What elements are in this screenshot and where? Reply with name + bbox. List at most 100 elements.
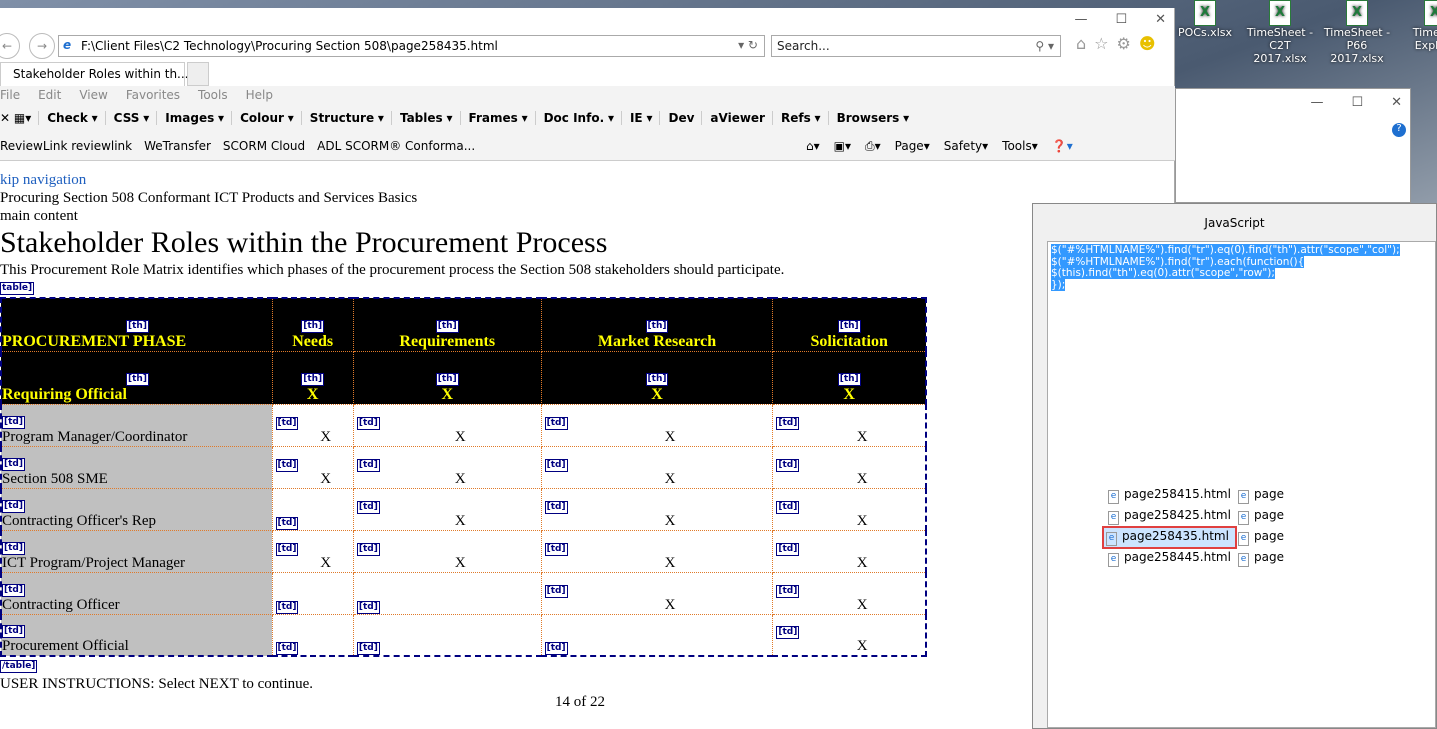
- tool-frames[interactable]: Frames ▾: [469, 111, 536, 125]
- mark-cell: [td] X: [271, 445, 354, 489]
- menu-favorites[interactable]: Favorites: [126, 88, 180, 102]
- tool-check[interactable]: Check ▾: [47, 111, 106, 125]
- help-icon[interactable]: ?: [1392, 123, 1406, 137]
- table-row: [td] Program Manager/Coordinator [td] X [td]…: [0, 403, 927, 447]
- tool-doc-info[interactable]: Doc Info. ▾: [544, 111, 622, 125]
- excel-icon: X: [1424, 0, 1437, 26]
- table-row: [td] Contracting Officer [td] [td] [td] X [td]…: [0, 571, 927, 615]
- table-row: [td] Contracting Officer's Rep [td] [td] X [t…: [0, 487, 927, 531]
- excel-icon: X: [1269, 0, 1291, 26]
- star-icon[interactable]: ☆: [1094, 34, 1108, 53]
- mark-cell: [td] X: [540, 445, 774, 489]
- header-row: [th] PROCUREMENT PHASE [th] Needs [th] Requ…: [0, 297, 927, 352]
- header-cell: [th] X: [540, 350, 774, 405]
- code-textarea[interactable]: $("#%HTMLNAME%").find("tr").eq(0).find("…: [1047, 241, 1436, 728]
- maximize-button[interactable]: ☐: [1115, 12, 1127, 27]
- forward-button[interactable]: →: [29, 33, 55, 59]
- fav-scorm-cloud[interactable]: SCORM Cloud: [223, 139, 305, 153]
- print-icon[interactable]: ⎙▾: [865, 139, 881, 154]
- desktop-icon-timesheet-p66[interactable]: X TimeSheet - P66 2017.xlsx: [1322, 0, 1392, 65]
- gear-icon[interactable]: ⚙: [1117, 34, 1131, 53]
- menu-tools[interactable]: Tools: [198, 88, 228, 102]
- home-icon[interactable]: ⌂: [1076, 34, 1086, 53]
- mark-cell: [td]: [271, 487, 354, 531]
- minimize-button[interactable]: —: [1074, 12, 1087, 27]
- fav-adl-scorm[interactable]: ADL SCORM® Conforma...: [317, 139, 475, 153]
- desktop-icon-pocs[interactable]: X POCs.xlsx: [1170, 0, 1240, 39]
- tools-menu[interactable]: Tools▾: [1002, 139, 1038, 154]
- fav-wetransfer[interactable]: WeTransfer: [144, 139, 211, 153]
- file-item[interactable]: e page258445.html: [1108, 550, 1231, 567]
- close-button[interactable]: ✕: [1155, 12, 1166, 27]
- header-cell: [th] X: [352, 350, 542, 405]
- mark-cell: [td] X: [352, 403, 542, 447]
- favorites-bar: ReviewLink reviewlink WeTransfer SCORM C…: [0, 139, 475, 153]
- header-cell: [th] Requirements: [352, 297, 542, 352]
- file-item[interactable]: e page258415.html: [1108, 487, 1231, 504]
- back-button[interactable]: ←: [0, 33, 20, 59]
- file-item[interactable]: e page: [1238, 550, 1284, 567]
- file-item-selected[interactable]: e page258435.html: [1102, 526, 1237, 549]
- window-controls[interactable]: — ☐ ✕: [1074, 12, 1166, 27]
- mark-cell: [td] X: [352, 529, 542, 573]
- mark-cell: [td] X: [540, 403, 774, 447]
- smiley-icon[interactable]: ☻: [1139, 34, 1156, 53]
- role-cell: [td] Contracting Officer: [0, 571, 273, 615]
- mark-cell: [td] X: [772, 403, 927, 447]
- mark-cell: [td] X: [772, 529, 927, 573]
- header-cell: [th] X: [271, 350, 354, 405]
- header-cell: [th] Market Research: [540, 297, 774, 352]
- page-content: kip navigation Procuring Section 508 Con…: [0, 171, 1160, 711]
- feed-icon[interactable]: ▣▾: [834, 139, 851, 154]
- fav-reviewlink[interactable]: ReviewLink reviewlink: [0, 139, 132, 153]
- close-toolbar-icon[interactable]: ✕ ▦▾: [0, 111, 40, 125]
- main-content-label: main content: [0, 208, 78, 224]
- file-item[interactable]: e page: [1238, 487, 1284, 504]
- menu-edit[interactable]: Edit: [38, 88, 61, 102]
- tool-colour[interactable]: Colour ▾: [240, 111, 302, 125]
- tool-tables[interactable]: Tables ▾: [400, 111, 461, 125]
- search-input[interactable]: Search... ⚲ ▾: [771, 35, 1061, 57]
- tool-browsers[interactable]: Browsers ▾: [837, 111, 917, 125]
- tool-dev[interactable]: Dev: [668, 111, 703, 125]
- tab-active[interactable]: Stakeholder Roles within th... ✕: [0, 62, 202, 86]
- page-title: Stakeholder Roles within the Procurement…: [0, 226, 608, 259]
- page-menu[interactable]: Page▾: [895, 139, 930, 154]
- refresh-icon[interactable]: ▾ ↻: [738, 38, 758, 52]
- desktop-icon-explorer[interactable]: XTimeS... Explo...: [1400, 0, 1437, 52]
- tool-css[interactable]: CSS ▾: [114, 111, 158, 125]
- menu-help[interactable]: Help: [246, 88, 273, 102]
- address-bar[interactable]: e F:\Client Files\C2 Technology\Procuring…: [58, 35, 765, 57]
- dialog-title: JavaScript: [1204, 216, 1265, 230]
- header-cell: [th] PROCUREMENT PHASE: [0, 297, 273, 352]
- course-title: Procuring Section 508 Conformant ICT Pro…: [0, 190, 418, 206]
- header-cell: [th] Solicitation: [772, 297, 927, 352]
- new-tab-button[interactable]: [187, 62, 209, 86]
- file-item[interactable]: e page: [1238, 529, 1284, 546]
- html-file-icon: e: [1238, 490, 1249, 504]
- intro-text: This Procurement Role Matrix identifies …: [0, 262, 785, 278]
- excel-icon: X: [1194, 0, 1216, 26]
- tool-images[interactable]: Images ▾: [165, 111, 233, 125]
- help-icon[interactable]: ❓▾: [1052, 139, 1073, 154]
- mark-cell: [td]: [271, 613, 354, 657]
- tool-refs[interactable]: Refs ▾: [781, 111, 829, 125]
- command-bar: ⌂▾ ▣▾ ⎙▾ Page▾ Safety▾ Tools▾ ❓▾: [806, 139, 1073, 154]
- safety-menu[interactable]: Safety▾: [944, 139, 988, 154]
- desktop-icon-timesheet-c2t[interactable]: X TimeSheet - C2T 2017.xlsx: [1245, 0, 1315, 65]
- home-icon[interactable]: ⌂▾: [806, 139, 820, 154]
- menu-file[interactable]: File: [0, 88, 20, 102]
- skip-navigation-link[interactable]: kip navigation: [0, 171, 1160, 189]
- file-item[interactable]: e page: [1238, 508, 1284, 525]
- search-icon[interactable]: ⚲ ▾: [1035, 39, 1054, 53]
- role-matrix-table: [th] PROCUREMENT PHASE [th] Needs [th] Requ…: [0, 297, 927, 657]
- tool-ie[interactable]: IE ▾: [630, 111, 661, 125]
- menu-view[interactable]: View: [79, 88, 107, 102]
- explorer-window-controls[interactable]: — ☐ ✕: [1310, 95, 1402, 110]
- file-item[interactable]: e page258425.html: [1108, 508, 1231, 525]
- html-file-icon: e: [1108, 553, 1119, 567]
- mark-cell: [td] X: [772, 445, 927, 489]
- tool-structure[interactable]: Structure ▾: [310, 111, 392, 125]
- mark-cell: [td]: [540, 613, 774, 657]
- tool-aviewer[interactable]: aViewer: [710, 111, 773, 125]
